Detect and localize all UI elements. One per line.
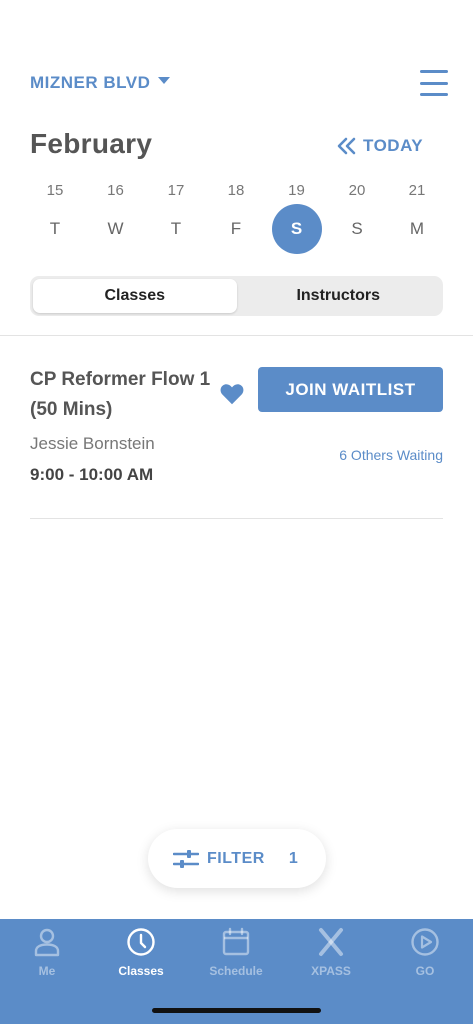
tab-instructors[interactable]: Instructors (237, 279, 441, 313)
x-icon (319, 928, 343, 956)
person-icon (34, 928, 60, 957)
day-letter: W (107, 219, 124, 238)
play-circle-icon (411, 928, 439, 956)
day-19-selected[interactable]: 19 S (267, 180, 327, 260)
tab-classes-nav[interactable]: Classes (96, 927, 186, 982)
instructor-name: Jessie Bornstein (30, 434, 155, 453)
tab-label: XPASS (311, 964, 351, 978)
location-label: MIZNER BLVD (30, 73, 151, 92)
day-20[interactable]: 20 S (327, 180, 387, 260)
month-title: February (30, 128, 153, 159)
day-letter: S (351, 219, 363, 238)
day-18[interactable]: 18 F (206, 180, 266, 260)
tab-xpass[interactable]: XPASS (286, 927, 376, 982)
class-time: 9:00 - 10:00 AM (30, 465, 154, 484)
tab-label: Schedule (209, 964, 263, 978)
day-number: 17 (167, 182, 185, 199)
join-waitlist-button[interactable]: JOIN WAITLIST (258, 367, 443, 412)
filter-button[interactable]: FILTER 1 (148, 829, 326, 888)
day-21[interactable]: 21 M (387, 180, 447, 260)
day-number: 16 (107, 182, 124, 199)
location-selector[interactable]: MIZNER BLVD (30, 72, 171, 94)
waiting-count: 6 Others Waiting (339, 447, 443, 463)
view-segmented-control: Classes Instructors (30, 276, 443, 316)
day-letter: M (409, 219, 425, 238)
caret-down-icon (158, 76, 171, 84)
class-name[interactable]: CP Reformer Flow 1 (50 Mins) (30, 365, 215, 425)
double-chevron-left-icon (337, 137, 356, 155)
tab-label: Me (38, 964, 56, 978)
day-letter: T (170, 219, 182, 238)
hamburger-menu-icon[interactable] (420, 68, 448, 98)
day-letter: S (271, 204, 322, 254)
day-17[interactable]: 17 T (146, 180, 206, 260)
day-number: 21 (408, 182, 426, 199)
day-number: 20 (348, 182, 366, 199)
heart-icon[interactable] (219, 381, 245, 407)
day-number: 18 (227, 182, 245, 199)
divider (30, 518, 443, 519)
tab-go[interactable]: GO (380, 927, 470, 982)
day-number: 19 (288, 182, 305, 199)
tab-label: GO (415, 964, 435, 978)
tab-me[interactable]: Me (2, 927, 92, 982)
filter-label: FILTER (207, 849, 265, 867)
week-strip: 15 T 16 W 17 T 18 F 19 S 20 S 21 M (25, 180, 447, 260)
divider (0, 335, 473, 336)
today-label: TODAY (363, 136, 424, 155)
day-letter: T (49, 219, 61, 238)
tab-classes[interactable]: Classes (33, 279, 237, 313)
day-16[interactable]: 16 W (86, 180, 146, 260)
clock-icon (127, 928, 155, 956)
day-letter: F (230, 219, 242, 238)
tab-schedule[interactable]: Schedule (191, 927, 281, 982)
sliders-icon (173, 849, 199, 868)
filter-count: 1 (288, 849, 299, 867)
day-number: 15 (46, 182, 64, 199)
calendar-icon (222, 927, 250, 956)
home-indicator (152, 1008, 321, 1013)
today-button[interactable]: TODAY (337, 136, 423, 156)
day-15[interactable]: 15 T (25, 180, 85, 260)
tab-label: Classes (118, 964, 164, 978)
